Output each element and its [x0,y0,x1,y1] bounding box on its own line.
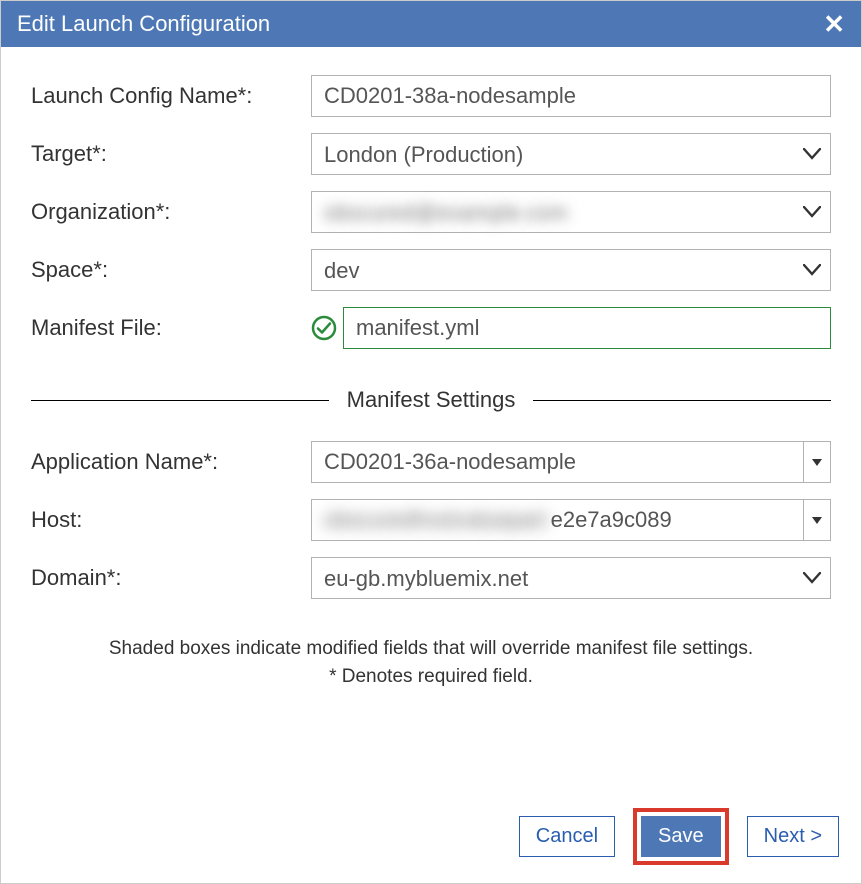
application-name-input[interactable] [311,441,803,483]
organization-value: obscured@example.com [324,200,568,225]
application-name-row: Application Name*: [31,441,831,483]
divider-line [533,400,831,401]
launch-config-name-input[interactable] [311,75,831,117]
next-button[interactable]: Next > [747,816,839,857]
triangle-down-icon [812,459,822,466]
triangle-down-icon [812,517,822,524]
manifest-settings-label: Manifest Settings [329,387,534,413]
space-row: Space*: dev [31,249,831,291]
divider-line [31,400,329,401]
save-button[interactable]: Save [641,816,721,857]
dialog-titlebar: Edit Launch Configuration ✕ [1,1,861,47]
space-label: Space*: [31,257,311,283]
manifest-file-row: Manifest File: [31,307,831,349]
domain-row: Domain*: eu-gb.mybluemix.net [31,557,831,599]
space-value: dev [324,258,359,283]
organization-label: Organization*: [31,199,311,225]
domain-select[interactable]: eu-gb.mybluemix.net [311,557,831,599]
dialog-content: Launch Config Name*: Target*: London (Pr… [1,47,861,883]
manifest-file-label: Manifest File: [31,315,311,341]
edit-launch-config-dialog: Edit Launch Configuration ✕ Launch Confi… [0,0,862,884]
host-label: Host: [31,507,311,533]
domain-label: Domain*: [31,565,311,591]
target-value: London (Production) [324,142,523,167]
dialog-title: Edit Launch Configuration [17,11,270,37]
footnote-line-2: * Denotes required field. [31,663,831,691]
dialog-button-bar: Cancel Save Next > [519,808,839,865]
target-select[interactable]: London (Production) [311,133,831,175]
host-input[interactable]: obscuredhostvaluepart e2e7a9c089 [311,499,803,541]
check-valid-icon [311,315,337,341]
manifest-file-input[interactable] [343,307,831,349]
footnote: Shaded boxes indicate modified fields th… [31,635,831,690]
save-button-highlight: Save [633,808,729,865]
close-icon[interactable]: ✕ [823,11,845,37]
host-dropdown-button[interactable] [803,499,831,541]
application-name-label: Application Name*: [31,449,311,475]
domain-value: eu-gb.mybluemix.net [324,566,528,591]
application-name-dropdown-button[interactable] [803,441,831,483]
cancel-button[interactable]: Cancel [519,816,615,857]
organization-select[interactable]: obscured@example.com [311,191,831,233]
target-label: Target*: [31,141,311,167]
manifest-settings-divider: Manifest Settings [31,387,831,413]
host-row: Host: obscuredhostvaluepart e2e7a9c089 [31,499,831,541]
space-select[interactable]: dev [311,249,831,291]
host-blurred-part: obscuredhostvaluepart [324,507,547,533]
launch-config-name-row: Launch Config Name*: [31,75,831,117]
host-visible-suffix: e2e7a9c089 [551,507,672,533]
organization-row: Organization*: obscured@example.com [31,191,831,233]
footnote-line-1: Shaded boxes indicate modified fields th… [31,635,831,663]
launch-config-name-label: Launch Config Name*: [31,83,311,109]
target-row: Target*: London (Production) [31,133,831,175]
